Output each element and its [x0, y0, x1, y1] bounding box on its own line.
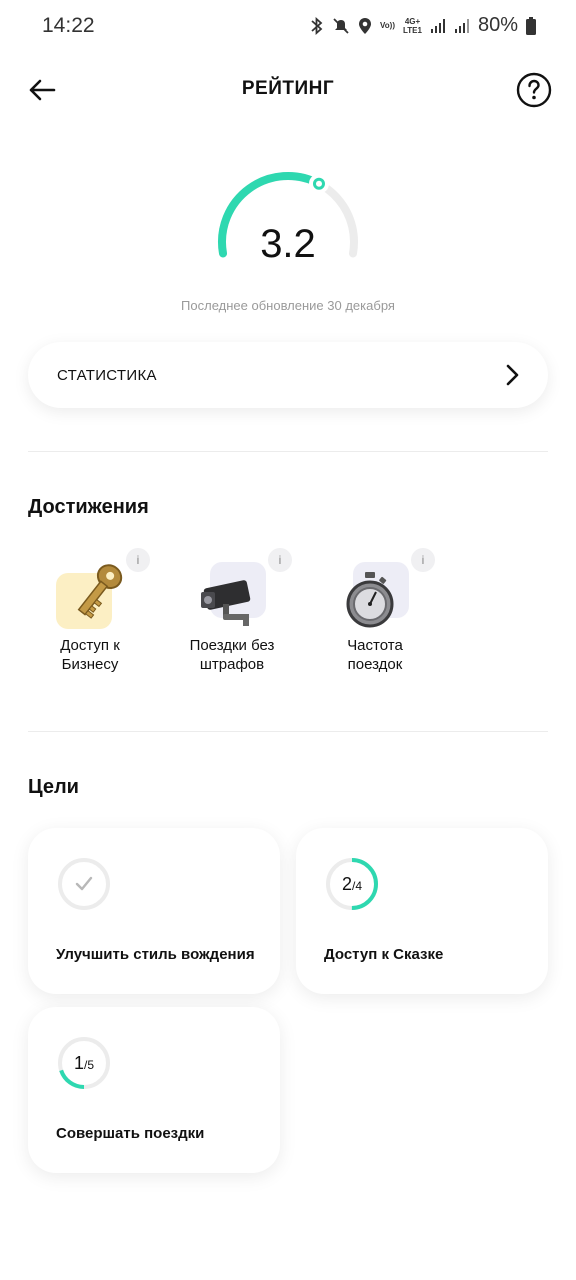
status-bar: 14:22 Vo)) 4G+ LTE1 80%: [0, 0, 576, 52]
statistics-label: СТАТИСТИКА: [57, 367, 157, 384]
achievement-label: Доступ к Бизнесу: [25, 636, 155, 674]
stopwatch-icon: [346, 572, 394, 628]
achievement-label-line1: Частота: [347, 637, 403, 654]
signal-icon: [430, 18, 446, 34]
goal-progress-text: 2/4: [324, 856, 380, 912]
goal-progress-total: /5: [84, 1057, 95, 1072]
network-type: 4G+ LTE1: [403, 17, 422, 35]
status-time: 14:22: [42, 14, 95, 37]
rating-value: 3.2: [260, 222, 316, 266]
goal-label: Совершать поездки: [56, 1125, 205, 1142]
network-type-label: 4G+: [404, 16, 421, 26]
achievement-label-line2: поездок: [347, 656, 403, 673]
goals-title: Цели: [28, 776, 79, 798]
achievement-label-line1: Доступ к: [60, 637, 120, 654]
goal-progress-total: /4: [352, 878, 363, 893]
info-icon[interactable]: i: [411, 548, 435, 572]
lte-label: LTE1: [403, 25, 422, 35]
achievement-label-line1: Поездки без: [189, 637, 275, 654]
checkmark-icon: [75, 876, 93, 891]
achievements-title: Достижения: [28, 496, 149, 518]
help-button[interactable]: [516, 72, 552, 108]
goal-card-driving-style[interactable]: Улучшить стиль вождения: [28, 828, 280, 994]
status-icons: Vo)) 4G+ LTE1 80%: [310, 14, 536, 37]
goal-progress-text: 1/5: [56, 1035, 112, 1091]
bluetooth-icon: [310, 16, 324, 36]
goal-label: Улучшить стиль вождения: [56, 946, 255, 963]
key-icon: [77, 564, 123, 619]
achievement-label: Частота поездок: [310, 636, 440, 674]
goal-progress-current: 1: [73, 1052, 84, 1073]
battery-percent: 80%: [477, 14, 518, 36]
camera-icon: [201, 580, 251, 626]
goal-label: Доступ к Сказке: [324, 946, 444, 963]
page-title: РЕЙТИНГ: [241, 78, 335, 99]
header: РЕЙТИНГ: [0, 60, 576, 120]
goal-card-make-trips[interactable]: 1/5 Совершать поездки: [28, 1007, 280, 1173]
signal-icon-2: [454, 18, 470, 34]
volte-indicator: Vo)): [380, 21, 395, 30]
achievement-label-line2: штрафов: [199, 656, 265, 673]
statistics-button[interactable]: СТАТИСТИКА: [28, 342, 548, 408]
mute-icon: [332, 17, 350, 35]
goal-card-skazka-access[interactable]: 2/4 Доступ к Сказке: [296, 828, 548, 994]
chevron-right-icon: [506, 364, 519, 386]
goal-progress-current: 2: [341, 873, 352, 894]
last-update-text: Последнее обновление 30 декабря: [181, 298, 395, 313]
info-icon[interactable]: i: [268, 548, 292, 572]
question-icon: [516, 72, 552, 108]
divider: [28, 451, 548, 452]
volte-top: Vo)): [380, 21, 395, 30]
achievement-label: Поездки без штрафов: [167, 636, 297, 674]
divider: [28, 731, 548, 732]
achievement-label-line2: Бизнесу: [61, 656, 119, 673]
gauge-knob-dot: [315, 180, 322, 187]
battery-icon: [526, 16, 536, 35]
location-icon: [358, 17, 372, 35]
